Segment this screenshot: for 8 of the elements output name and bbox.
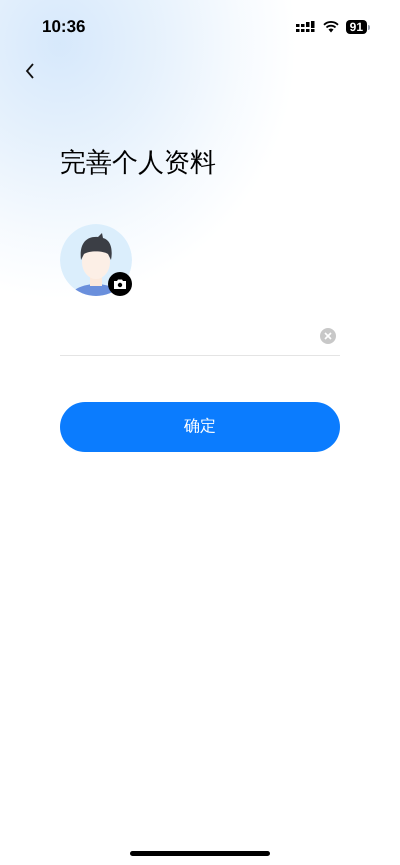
page-title: 完善个人资料 [60, 146, 217, 179]
wifi-icon [322, 21, 339, 33]
avatar[interactable] [60, 224, 132, 296]
signal-icon [296, 21, 316, 33]
camera-icon[interactable] [108, 272, 132, 296]
confirm-button[interactable]: 确定 [60, 402, 340, 452]
battery-level: 91 [346, 20, 367, 34]
status-time: 10:36 [42, 16, 86, 38]
